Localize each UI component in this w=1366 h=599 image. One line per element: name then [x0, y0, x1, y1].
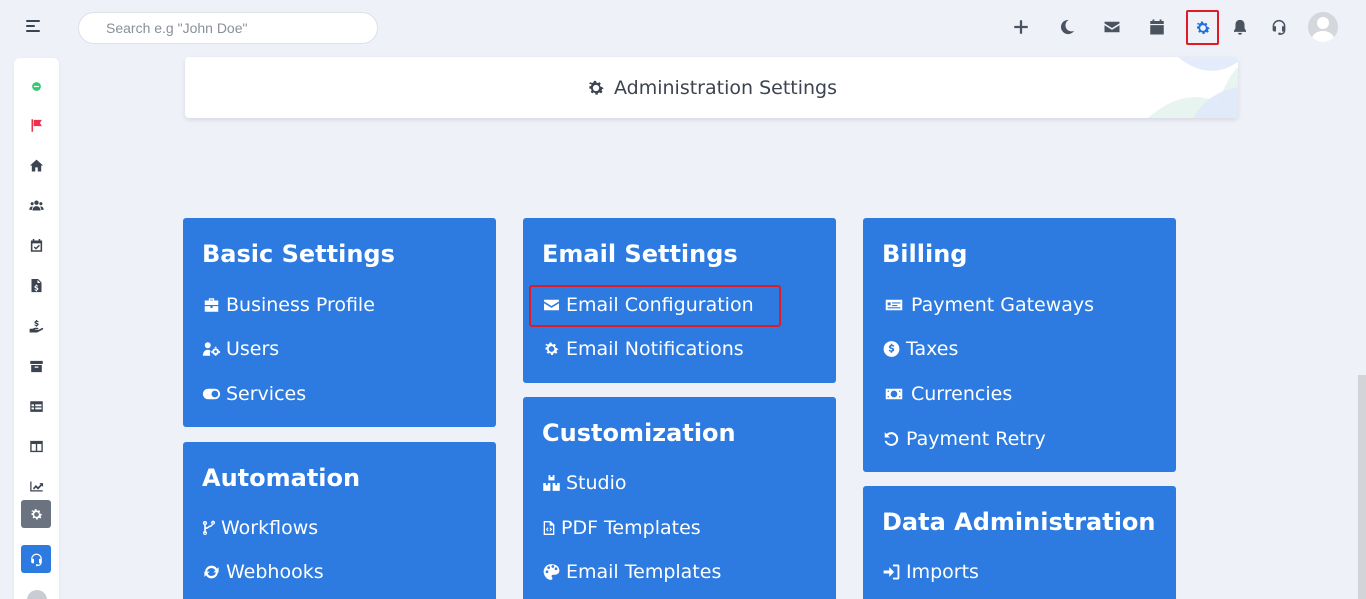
- users-icon[interactable]: [14, 191, 59, 219]
- table-icon[interactable]: [14, 392, 59, 420]
- flag-icon[interactable]: [14, 111, 59, 139]
- services-link[interactable]: Services: [201, 383, 306, 405]
- page-title: Administration Settings: [586, 77, 837, 99]
- status-dot-icon: [14, 72, 59, 100]
- payment-retry-link[interactable]: Payment Retry: [881, 428, 1046, 450]
- sign-in-icon: [881, 563, 902, 581]
- settings-gear-icon[interactable]: [21, 500, 51, 528]
- calendar-icon[interactable]: [1142, 12, 1172, 42]
- code-branch-icon: [201, 519, 217, 537]
- envelope-icon[interactable]: [1097, 12, 1127, 42]
- headset-icon[interactable]: [1264, 12, 1294, 42]
- retry-icon: [881, 430, 902, 448]
- email-settings-card: Email Settings Email Configuration Email…: [523, 218, 836, 383]
- automation-card: Automation Workflows Webhooks: [183, 442, 496, 599]
- briefcase-icon: [201, 296, 222, 314]
- money-bill-icon: [881, 385, 907, 403]
- page-title-text: Administration Settings: [614, 76, 837, 99]
- palette-icon: [541, 563, 562, 581]
- pdf-templates-link[interactable]: PDF Templates: [541, 517, 701, 539]
- billing-card: Billing Payment Gateways Taxes Currencie…: [863, 218, 1176, 472]
- chart-line-icon[interactable]: [14, 472, 59, 500]
- bell-icon[interactable]: [1225, 12, 1255, 42]
- email-templates-link[interactable]: Email Templates: [541, 561, 721, 583]
- user-silhouette-icon: [1311, 17, 1335, 42]
- studio-link[interactable]: Studio: [541, 472, 627, 494]
- gear-icon[interactable]: [1186, 10, 1219, 45]
- card-title: Email Settings: [542, 240, 738, 268]
- sync-icon: [201, 563, 222, 581]
- payment-hand-icon[interactable]: [14, 312, 59, 340]
- search-input[interactable]: [78, 12, 378, 44]
- business-profile-link[interactable]: Business Profile: [201, 294, 375, 316]
- email-configuration-link[interactable]: Email Configuration: [541, 294, 754, 316]
- support-headset-icon[interactable]: [21, 545, 51, 573]
- plus-icon[interactable]: [1006, 12, 1036, 42]
- users-link[interactable]: Users: [201, 338, 279, 360]
- card-title: Basic Settings: [202, 240, 395, 268]
- hamburger-menu-icon[interactable]: [26, 19, 42, 33]
- imports-link[interactable]: Imports: [881, 561, 979, 583]
- users-cog-icon: [201, 340, 222, 358]
- cubes-icon: [541, 474, 562, 492]
- user-avatar-small[interactable]: [27, 590, 47, 599]
- invoice-icon[interactable]: [14, 271, 59, 299]
- home-icon[interactable]: [14, 151, 59, 179]
- archive-icon[interactable]: [14, 352, 59, 380]
- currencies-link[interactable]: Currencies: [881, 383, 1012, 405]
- gear-icon: [541, 340, 562, 358]
- gear-icon: [586, 78, 606, 98]
- toggle-icon: [201, 385, 222, 403]
- card-title: Billing: [882, 240, 968, 268]
- money-check-icon: [881, 296, 907, 314]
- file-code-icon: [541, 519, 557, 537]
- basic-settings-card: Basic Settings Business Profile Users Se…: [183, 218, 496, 427]
- data-administration-card: Data Administration Imports: [863, 486, 1176, 599]
- dollar-circle-icon: [881, 340, 902, 358]
- moon-icon[interactable]: [1052, 12, 1082, 42]
- calendar-check-icon[interactable]: [14, 231, 59, 259]
- columns-icon[interactable]: [14, 432, 59, 460]
- workflows-link[interactable]: Workflows: [201, 517, 318, 539]
- avatar[interactable]: [1308, 12, 1338, 42]
- email-notifications-link[interactable]: Email Notifications: [541, 338, 744, 360]
- webhooks-link[interactable]: Webhooks: [201, 561, 324, 583]
- card-title: Customization: [542, 419, 736, 447]
- page-header: Administration Settings: [185, 57, 1238, 118]
- taxes-link[interactable]: Taxes: [881, 338, 958, 360]
- customization-card: Customization Studio PDF Templates Email…: [523, 397, 836, 599]
- card-title: Automation: [202, 464, 361, 492]
- envelope-icon: [541, 296, 562, 314]
- sidebar: [14, 58, 59, 599]
- decorative-corner-shape: [1148, 57, 1238, 118]
- card-title: Data Administration: [882, 508, 1156, 536]
- payment-gateways-link[interactable]: Payment Gateways: [881, 294, 1094, 316]
- scrollbar[interactable]: [1358, 375, 1366, 599]
